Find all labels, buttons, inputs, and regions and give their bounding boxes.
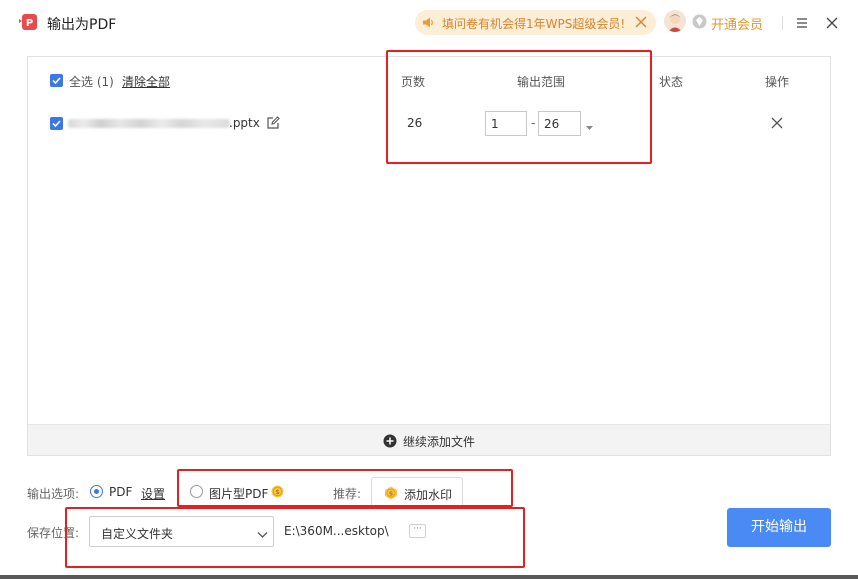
- pdf-option-label[interactable]: PDF: [109, 485, 132, 499]
- clear-all-link[interactable]: 清除全部: [122, 73, 170, 90]
- file-checkbox[interactable]: [50, 117, 63, 130]
- select-all-checkbox[interactable]: [50, 74, 63, 87]
- blurred-file-name: [68, 119, 230, 128]
- output-options-label: 输出选项:: [27, 487, 80, 501]
- speaker-icon: [422, 16, 435, 29]
- avatar[interactable]: [664, 10, 686, 32]
- add-more-files-label: 继续添加文件: [403, 435, 476, 449]
- file-name-extension: .pptx: [229, 116, 260, 130]
- promo-text[interactable]: 填问卷有机会得1年WPS超级会员!: [442, 15, 625, 32]
- promo-banner[interactable]: 填问卷有机会得1年WPS超级会员!: [415, 10, 656, 35]
- title-bar: P 输出为PDF 填问卷有机会得1年WPS超级会员! 开通会员: [0, 0, 858, 46]
- pdf-radio[interactable]: [90, 485, 103, 498]
- svg-text:P: P: [26, 18, 33, 29]
- wps-pdf-logo-icon: P: [18, 12, 38, 32]
- menu-icon[interactable]: [794, 15, 810, 31]
- window-bottom-edge: [0, 575, 858, 579]
- promo-close-icon[interactable]: [633, 14, 649, 30]
- divider: [782, 16, 783, 30]
- edit-icon[interactable]: [266, 116, 280, 130]
- window-title: 输出为PDF: [47, 17, 117, 33]
- remove-file-icon[interactable]: [770, 116, 784, 130]
- pdf-settings-link[interactable]: 设置: [141, 485, 165, 502]
- column-header-status: 状态: [659, 75, 684, 89]
- start-export-button[interactable]: 开始输出: [727, 508, 831, 547]
- select-all-label[interactable]: 全选 (1): [69, 73, 114, 90]
- close-icon[interactable]: [824, 15, 840, 31]
- annotation-box-save-location: [65, 507, 525, 568]
- annotation-box-options: [177, 469, 513, 507]
- add-more-files-button[interactable]: 继续添加文件: [28, 424, 830, 455]
- annotation-box-range: [386, 50, 652, 164]
- add-circle-icon: [383, 434, 397, 448]
- open-membership-link[interactable]: 开通会员: [711, 14, 763, 33]
- column-header-action: 操作: [765, 75, 790, 89]
- vip-diamond-icon[interactable]: [692, 14, 707, 29]
